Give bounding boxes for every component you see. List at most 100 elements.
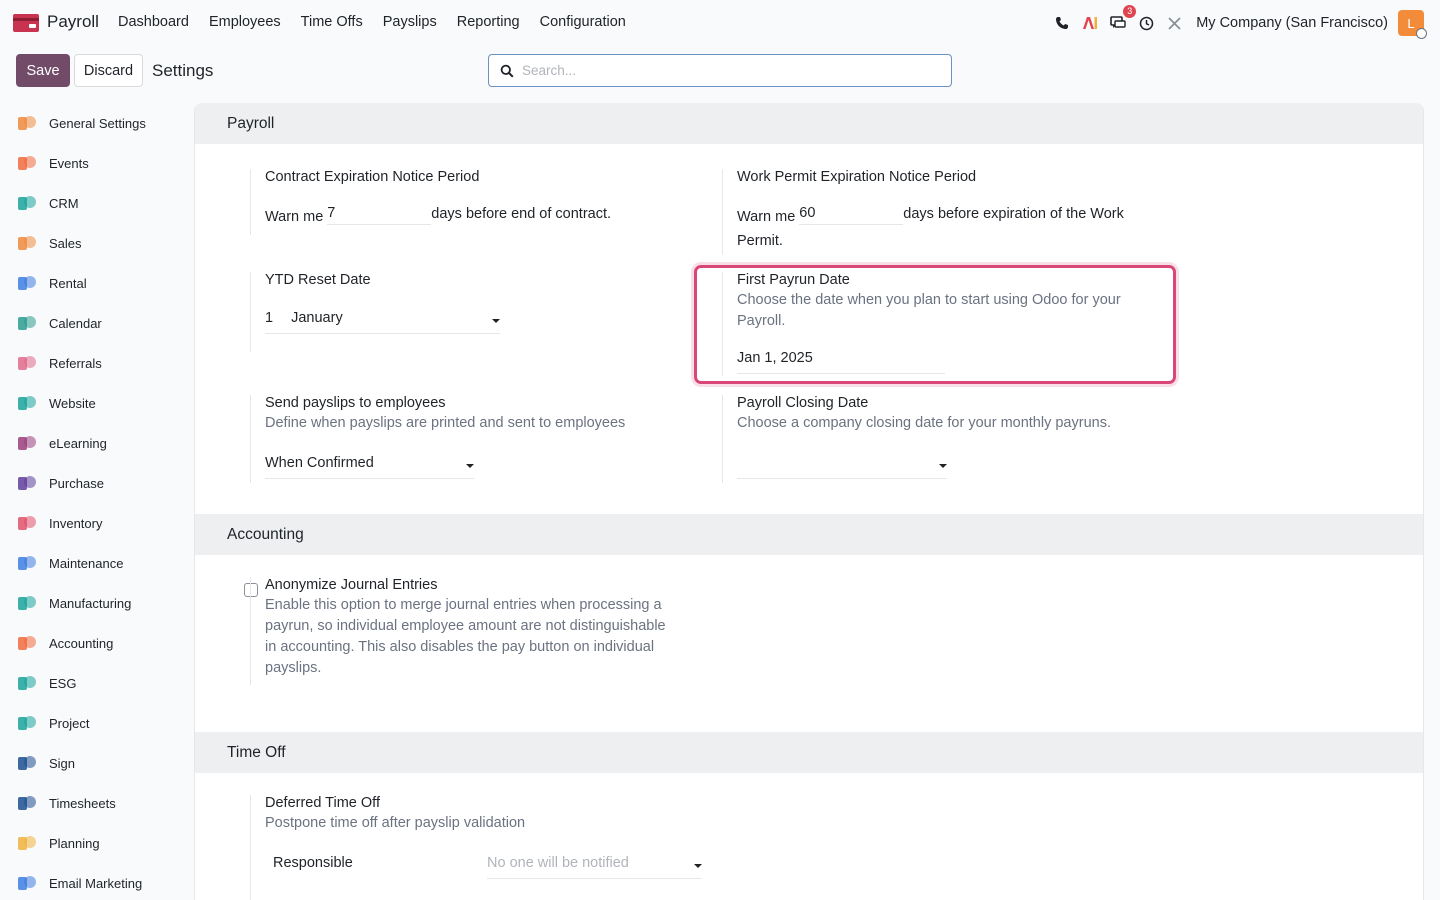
responsible-label: Responsible	[273, 855, 353, 871]
setting-work-permit-expiration: Work Permit Expiration Notice Period War…	[722, 169, 1142, 255]
sidebar-item-label: Planning	[49, 835, 100, 851]
sidebar-item-label: Maintenance	[49, 555, 124, 571]
settings-sidebar: General Settings Events CRM Sales Rental Cale…	[0, 103, 194, 900]
setting-title: Work Permit Expiration Notice Period	[737, 169, 977, 185]
warn-me-label: Warn me	[265, 209, 324, 225]
setting-description: Choose the date when you plan to start u…	[737, 292, 1121, 329]
sidebar-item-manufacturing[interactable]: Manufacturing	[16, 583, 194, 623]
sidebar-item-purchase[interactable]: Purchase	[16, 463, 194, 503]
sidebar-item-rental[interactable]: Rental	[16, 263, 194, 303]
chevron-down-icon	[694, 864, 702, 868]
search-input[interactable]	[522, 63, 922, 78]
setting-title: Send payslips to employees	[265, 395, 446, 411]
setting-title: Contract Expiration Notice Period	[265, 169, 480, 185]
project-icon	[16, 712, 38, 734]
accounting-icon	[16, 632, 38, 654]
payroll-closing-date-select[interactable]	[737, 455, 947, 479]
search-box[interactable]	[488, 54, 952, 87]
rental-icon	[16, 272, 38, 294]
elearning-icon	[16, 432, 38, 454]
ai-icon[interactable]	[1081, 14, 1099, 32]
menu-time-offs[interactable]: Time Offs	[301, 14, 363, 30]
save-button[interactable]: Save	[16, 54, 70, 87]
sidebar-item-label: Rental	[49, 275, 87, 291]
email-marketing-icon	[16, 872, 38, 894]
setting-anonymize-journal-entries: Anonymize Journal Entries Enable this op…	[250, 577, 690, 685]
menu-dashboard[interactable]: Dashboard	[118, 14, 189, 30]
sidebar-item-general-settings[interactable]: General Settings	[16, 103, 194, 143]
sidebar-item-label: Events	[49, 155, 89, 171]
user-avatar[interactable]: L	[1398, 10, 1427, 39]
sidebar-item-label: Website	[49, 395, 96, 411]
permit-suffix-label: Permit.	[737, 233, 783, 249]
sidebar-item-label: Project	[49, 715, 90, 731]
sidebar-item-sign[interactable]: Sign	[16, 743, 194, 783]
menu-payslips[interactable]: Payslips	[383, 14, 437, 30]
sidebar-item-elearning[interactable]: eLearning	[16, 423, 194, 463]
esg-icon	[16, 672, 38, 694]
sidebar-item-crm[interactable]: CRM	[16, 183, 194, 223]
maintenance-icon	[16, 552, 38, 574]
sidebar-item-label: Referrals	[49, 355, 102, 371]
sidebar-item-timesheets[interactable]: Timesheets	[16, 783, 194, 823]
messages-badge: 3	[1123, 5, 1137, 18]
sales-icon	[16, 232, 38, 254]
sidebar-item-inventory[interactable]: Inventory	[16, 503, 194, 543]
contract-notice-days-input[interactable]: 7	[327, 205, 432, 225]
payroll-app-icon[interactable]	[13, 14, 39, 32]
sidebar-item-email-marketing[interactable]: Email Marketing	[16, 863, 194, 900]
permit-notice-days-input[interactable]: 60	[799, 205, 904, 225]
days-before-label: days before expiration of the Work	[903, 206, 1124, 222]
purchase-icon	[16, 472, 38, 494]
inventory-icon	[16, 512, 38, 534]
setting-payroll-closing-date: Payroll Closing Date Choose a company cl…	[722, 395, 1162, 483]
sidebar-item-referrals[interactable]: Referrals	[16, 343, 194, 383]
phone-icon[interactable]	[1053, 14, 1071, 32]
responsible-select[interactable]: No one will be notified	[487, 855, 702, 879]
first-payrun-date-input[interactable]: Jan 1, 2025	[737, 350, 945, 374]
setting-description: Postpone time off after payslip validati…	[265, 815, 526, 831]
discard-button[interactable]: Discard	[74, 54, 143, 87]
settings-content[interactable]: Payroll Contract Expiration Notice Perio…	[194, 103, 1424, 900]
website-icon	[16, 392, 38, 414]
clock-icon[interactable]	[1137, 14, 1155, 32]
sidebar-item-events[interactable]: Events	[16, 143, 194, 183]
section-header-payroll: Payroll	[195, 103, 1423, 144]
events-icon	[16, 152, 38, 174]
calendar-icon	[16, 312, 38, 334]
tools-icon[interactable]	[1165, 14, 1183, 32]
setting-deferred-time-off: Deferred Time Off Postpone time off afte…	[250, 795, 720, 900]
sidebar-item-maintenance[interactable]: Maintenance	[16, 543, 194, 583]
sidebar-item-label: Inventory	[49, 515, 103, 531]
referrals-icon	[16, 352, 38, 374]
sidebar-item-accounting[interactable]: Accounting	[16, 623, 194, 663]
ytd-reset-date-select[interactable]: 1 January	[265, 310, 500, 334]
sidebar-item-sales[interactable]: Sales	[16, 223, 194, 263]
setting-contract-expiration: Contract Expiration Notice Period Warn m…	[250, 169, 670, 235]
sidebar-item-planning[interactable]: Planning	[16, 823, 194, 863]
messages-icon[interactable]: 3	[1109, 5, 1137, 32]
timesheets-icon	[16, 792, 38, 814]
ytd-day-value: 1	[265, 310, 274, 326]
section-header-time-off: Time Off	[195, 732, 1423, 773]
app-name[interactable]: Payroll	[47, 12, 99, 32]
send-payslips-select[interactable]: When Confirmed	[265, 455, 474, 479]
crm-icon	[16, 192, 38, 214]
sidebar-item-label: Purchase	[49, 475, 104, 491]
company-switcher[interactable]: My Company (San Francisco)	[1196, 15, 1388, 31]
sidebar-item-esg[interactable]: ESG	[16, 663, 194, 703]
menu-employees[interactable]: Employees	[209, 14, 281, 30]
menu-reporting[interactable]: Reporting	[457, 14, 520, 30]
sidebar-item-label: Sales	[49, 235, 82, 251]
search-icon	[500, 64, 514, 78]
setting-ytd-reset-date: YTD Reset Date 1 January	[250, 272, 670, 352]
sidebar-item-project[interactable]: Project	[16, 703, 194, 743]
sidebar-item-website[interactable]: Website	[16, 383, 194, 423]
responsible-placeholder: No one will be notified	[487, 855, 629, 871]
menu-configuration[interactable]: Configuration	[540, 14, 626, 30]
chevron-down-icon	[939, 464, 947, 468]
setting-title: YTD Reset Date	[265, 272, 371, 288]
planning-icon	[16, 832, 38, 854]
ytd-month-value: January	[291, 310, 343, 326]
sidebar-item-calendar[interactable]: Calendar	[16, 303, 194, 343]
